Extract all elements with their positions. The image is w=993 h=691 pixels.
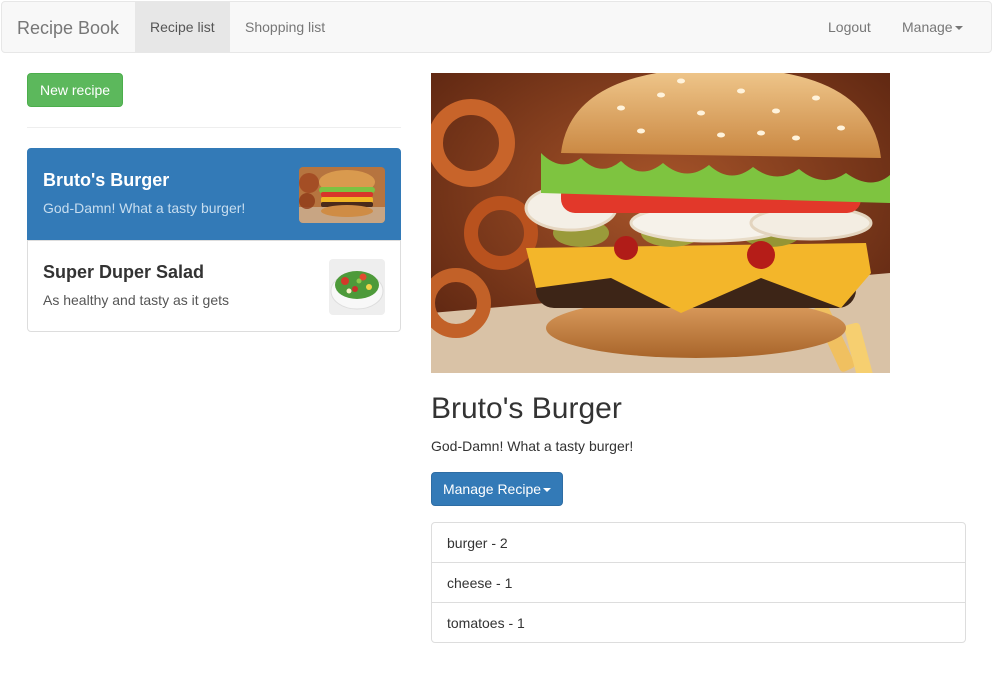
nav-logout[interactable]: Logout: [813, 2, 886, 52]
new-recipe-button[interactable]: New recipe: [27, 73, 123, 107]
recipe-title: Bruto's Burger: [431, 392, 622, 425]
ingredient-item: tomatoes - 1: [431, 602, 966, 643]
navbar: Recipe Book Recipe list Shopping list Lo…: [1, 1, 992, 53]
manage-recipe-label: Manage Recipe: [442, 481, 542, 497]
nav-manage-label: Manage: [902, 19, 953, 35]
recipe-item-super-duper-salad[interactable]: Super Duper Salad As healthy and tasty a…: [27, 240, 401, 332]
nav-recipe-list[interactable]: Recipe list: [135, 2, 230, 52]
recipe-item-brutos-burger[interactable]: Bruto's Burger God-Damn! What a tasty bu…: [27, 148, 401, 240]
recipe-description: As healthy and tasty as it gets: [43, 292, 229, 308]
ingredient-item: burger - 2: [431, 522, 966, 563]
nav-manage-dropdown[interactable]: Manage: [887, 2, 978, 52]
brand-link[interactable]: Recipe Book: [17, 18, 119, 38]
recipe-description: God-Damn! What a tasty burger!: [43, 200, 246, 216]
manage-recipe-button[interactable]: Manage Recipe: [431, 472, 563, 506]
burger-thumbnail: [299, 167, 385, 223]
nav-shopping-list[interactable]: Shopping list: [230, 2, 340, 52]
recipe-name: Super Duper Salad: [43, 262, 205, 282]
recipe-image: [431, 73, 890, 373]
caret-down-icon: [543, 488, 552, 493]
recipe-detail-description: God-Damn! What a tasty burger!: [431, 438, 634, 454]
divider: [27, 127, 401, 128]
salad-thumbnail: [329, 259, 385, 315]
recipe-name: Bruto's Burger: [43, 170, 170, 190]
caret-down-icon: [954, 26, 963, 31]
ingredient-list: burger - 2 cheese - 1 tomatoes - 1: [431, 522, 966, 643]
ingredient-item: cheese - 1: [431, 562, 966, 603]
